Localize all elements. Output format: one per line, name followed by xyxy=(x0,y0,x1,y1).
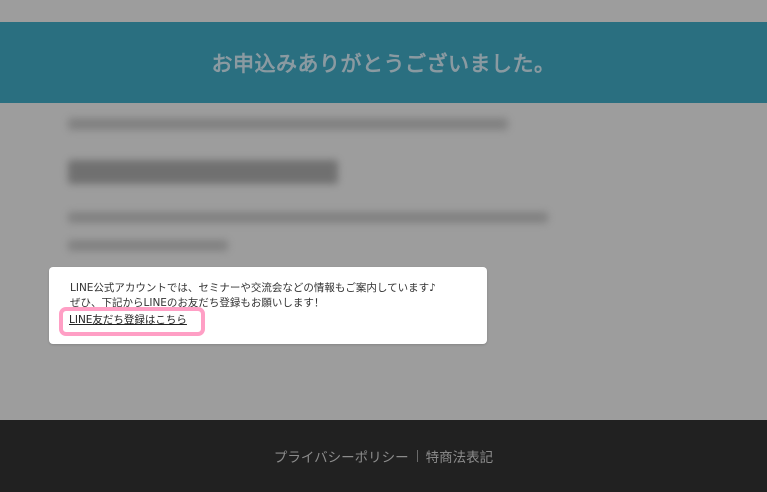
line-registration-popup: LINE公式アカウントでは、セミナーや交流会などの情報もご案内しています♪ ぜひ… xyxy=(49,267,487,344)
privacy-policy-link[interactable]: プライバシーポリシー xyxy=(274,446,409,466)
blurred-text-line xyxy=(68,118,508,130)
popup-message-line-1: LINE公式アカウントでは、セミナーや交流会などの情報もご案内しています♪ xyxy=(70,282,436,294)
footer: プライバシーポリシー 特商法表記 xyxy=(0,420,767,492)
page: お申込みありがとうございました。 LINE公式アカウントでは、セミナーや交流会な… xyxy=(0,0,767,492)
blurred-text-line xyxy=(68,212,548,223)
line-friend-register-link[interactable]: LINE友だち登録はこちら xyxy=(69,314,187,327)
commercial-law-link[interactable]: 特商法表記 xyxy=(426,446,494,466)
footer-divider xyxy=(416,450,418,462)
page-title: お申込みありがとうございました。 xyxy=(211,51,556,76)
header-banner: お申込みありがとうございました。 xyxy=(0,22,767,103)
blurred-text-line xyxy=(68,160,338,184)
blurred-text-line xyxy=(68,240,228,251)
blurred-content xyxy=(58,112,578,282)
